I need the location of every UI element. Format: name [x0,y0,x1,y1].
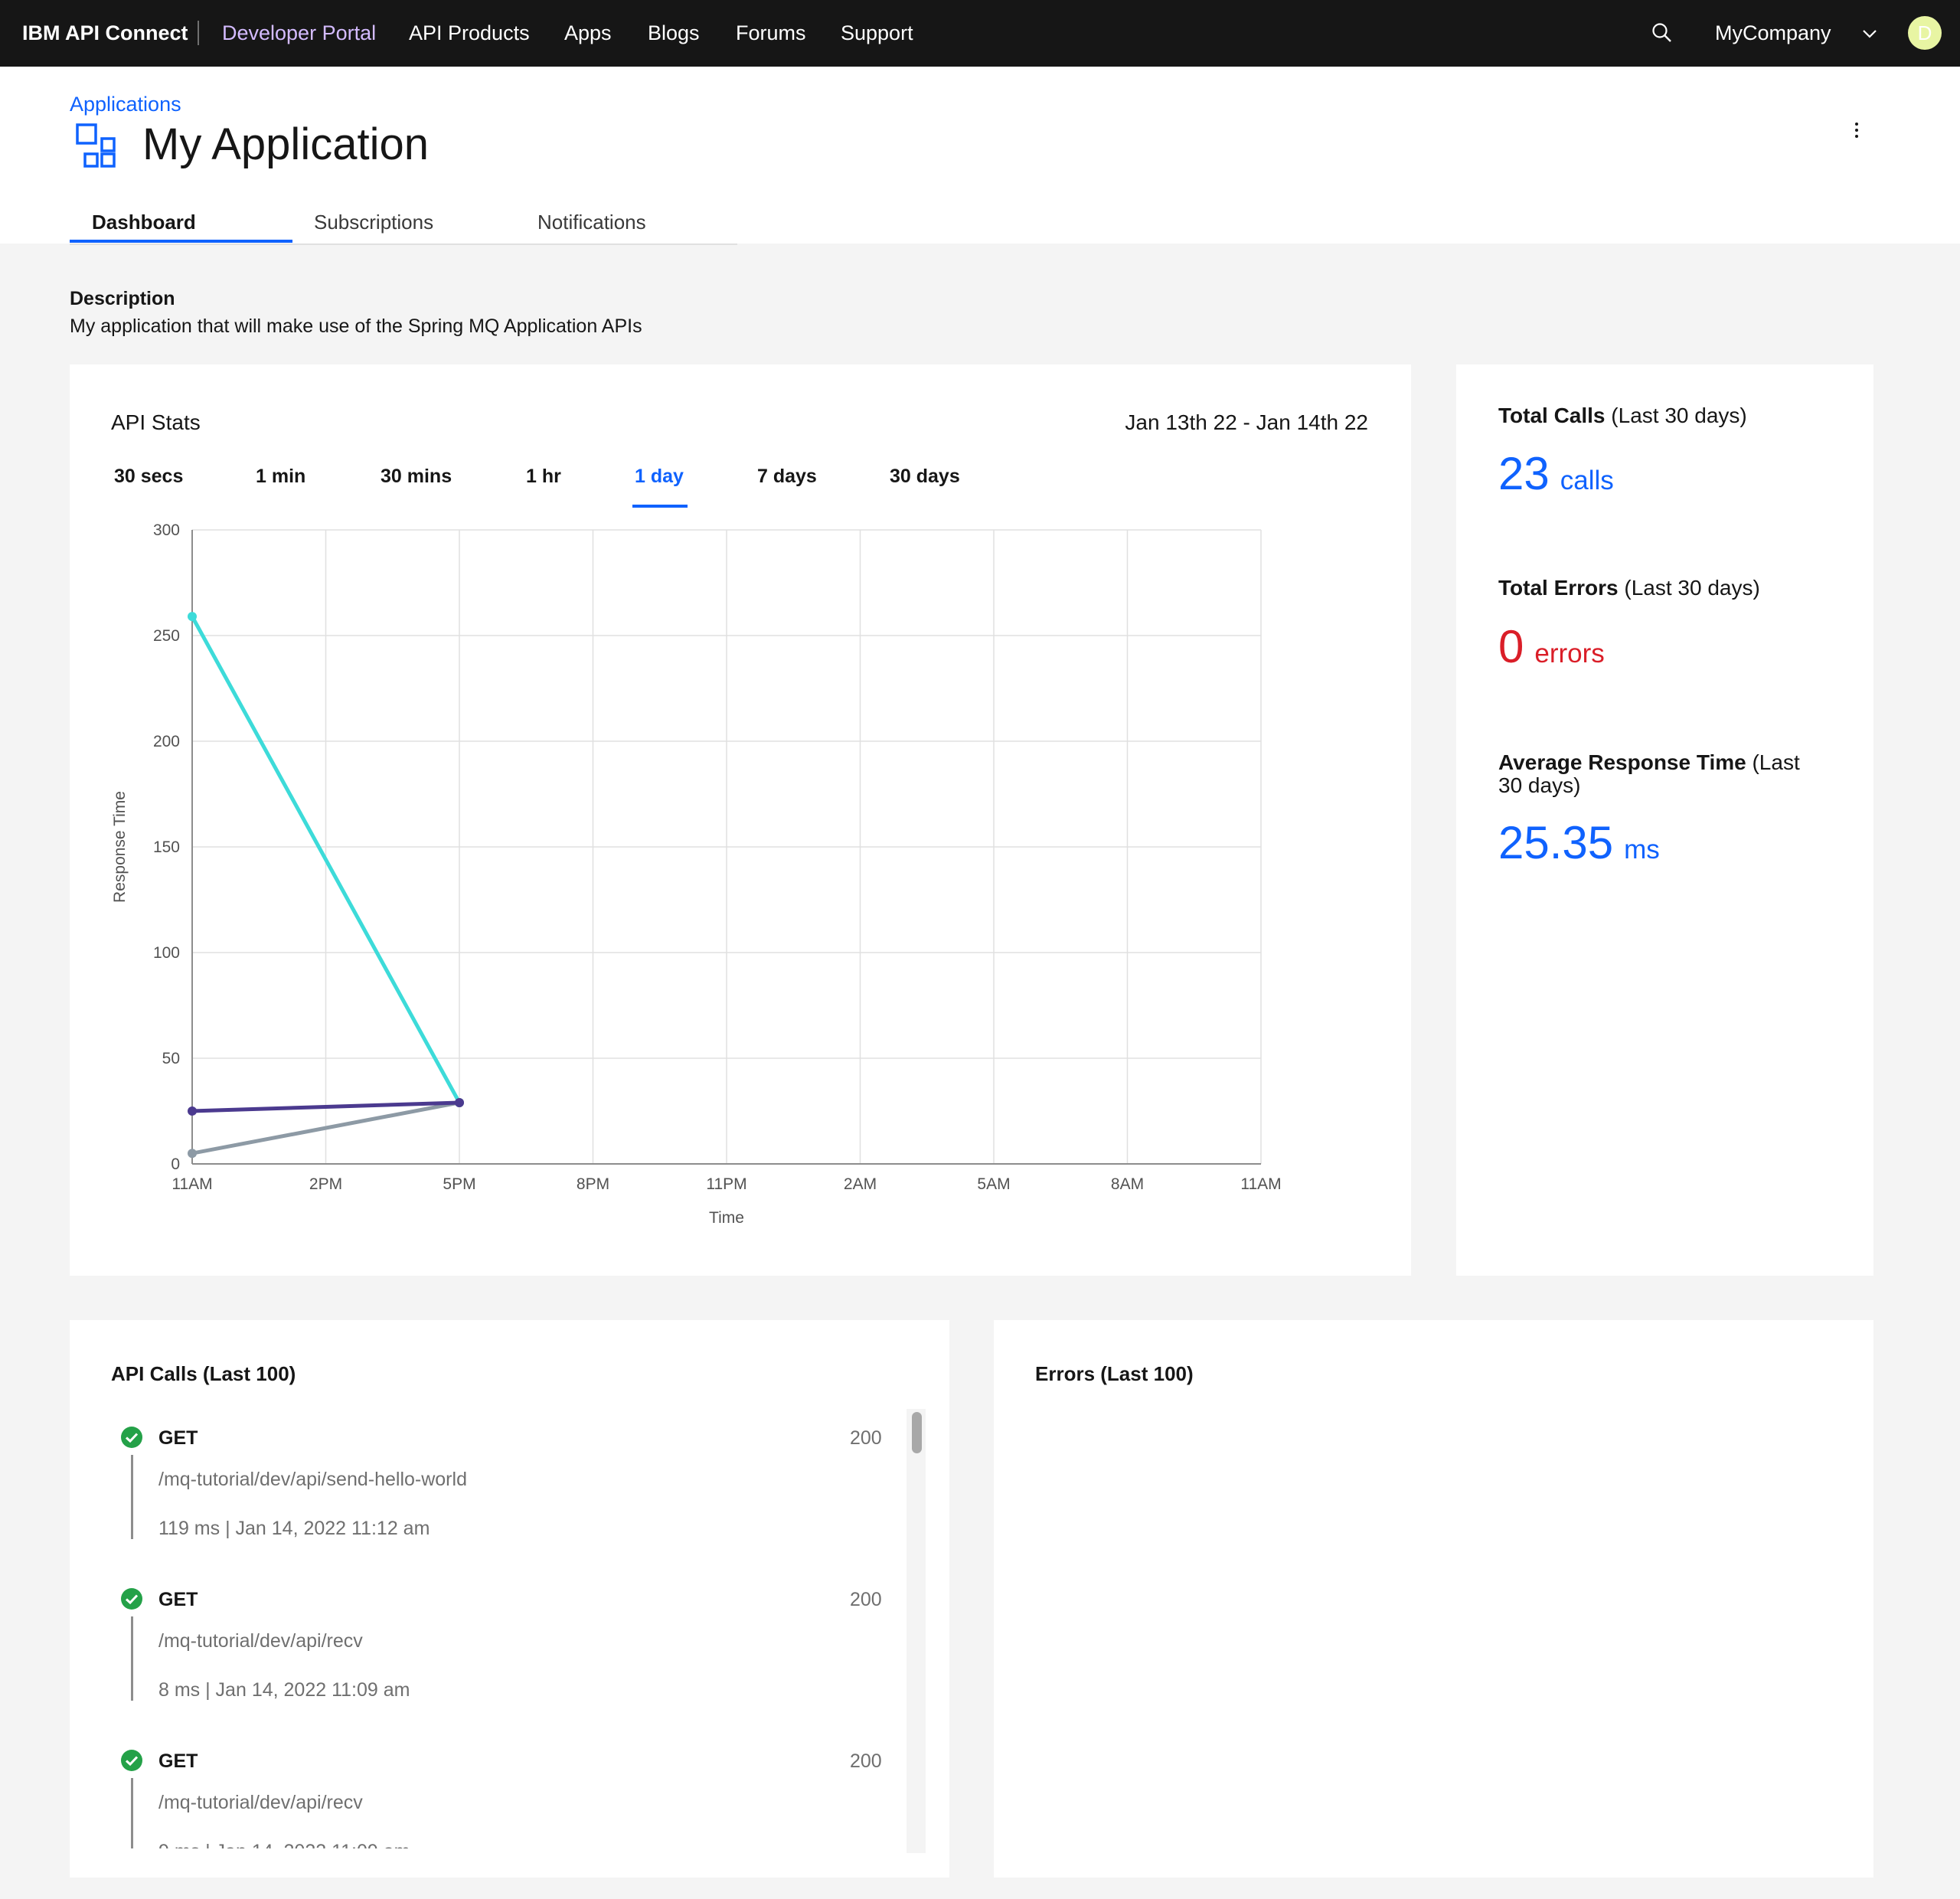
chevron-down-icon[interactable] [1859,23,1880,44]
x-tick-label: 11AM [1240,1175,1281,1193]
errors-card: Errors (Last 100) [994,1320,1873,1878]
total-errors-label: Total Errors (Last 30 days) [1498,577,1760,600]
description-text: My application that will make use of the… [70,315,642,337]
application-icon [76,123,116,168]
call-method: GET [158,1750,198,1772]
app-tabs: Dashboard Subscriptions Notifications [70,204,737,245]
user-avatar[interactable]: D [1908,16,1942,50]
call-path: /mq-tutorial/dev/api/recv [158,1792,363,1813]
company-selector[interactable]: MyCompany [1715,21,1831,45]
avg-response-unit: ms [1624,835,1660,865]
total-errors-title: Total Errors [1498,576,1619,600]
api-stats-card: API Stats Jan 13th 22 - Jan 14th 22 30 s… [70,364,1411,1276]
data-point [188,612,197,622]
total-errors-value: 0 errors [1498,620,1605,673]
y-axis-label: Response Time [111,791,129,903]
data-point [455,1097,464,1107]
call-status: 200 [850,1589,882,1610]
total-calls-label: Total Calls (Last 30 days) [1498,404,1747,427]
data-point [188,1149,197,1159]
tab-notifications[interactable]: Notifications [537,211,646,234]
chart-grid [191,529,1262,1165]
y-tick-label: 50 [162,1050,180,1067]
avg-response-label: Average Response Time (Last 30 days) [1498,751,1800,797]
x-tick-label: 8PM [577,1175,609,1193]
total-calls-number: 23 [1498,448,1550,499]
errors-heading: Errors (Last 100) [1035,1362,1194,1385]
success-check-icon [121,1750,142,1771]
x-tick-label: 2PM [309,1175,342,1193]
y-tick-label: 200 [153,733,180,750]
api-calls-heading: API Calls (Last 100) [111,1362,296,1385]
data-point [188,1106,197,1116]
avg-response-value: 25.35 ms [1498,816,1660,869]
call-path: /mq-tutorial/dev/api/send-hello-world [158,1469,467,1490]
call-path: /mq-tutorial/dev/api/recv [158,1630,363,1652]
avg-response-title: Average Response Time [1498,750,1746,774]
x-axis-label: Time [709,1209,744,1227]
y-tick-label: 250 [153,627,180,645]
api-call-item[interactable]: GET 200 /mq-tutorial/dev/api/recv 8 ms |… [70,1566,912,1727]
y-tick-label: 150 [153,838,180,856]
response-time-chart: 11AM 2PM 5PM 8PM 11PM 2AM 5AM 8AM 11AM 0 50 100 150 2… [111,521,1282,1227]
total-errors-unit: errors [1534,639,1605,668]
portal-name[interactable]: Developer Portal [222,21,376,45]
call-status: 200 [850,1750,882,1772]
x-tick-label: 11AM [172,1175,212,1193]
x-tick-label: 11PM [706,1175,746,1193]
scrollbar-thumb[interactable] [912,1412,922,1453]
call-meta: 119 ms | Jan 14, 2022 11:12 am [158,1518,430,1539]
call-method: GET [158,1427,198,1449]
tab-dashboard[interactable]: Dashboard [92,211,196,234]
api-calls-list[interactable]: GET 200 /mq-tutorial/dev/api/send-hello-… [70,1404,949,1848]
call-meta: 8 ms | Jan 14, 2022 11:09 am [158,1679,410,1701]
x-tick-label: 2AM [844,1175,877,1193]
description-heading: Description [70,288,175,309]
brand-name[interactable]: IBM API Connect [22,21,188,45]
call-meta: 9 ms | Jan 14, 2022 11:09 am [158,1841,410,1848]
total-calls-value: 23 calls [1498,447,1614,500]
brand-divider [198,21,199,45]
nav-api-products[interactable]: API Products [409,21,530,45]
total-calls-unit: calls [1560,466,1614,495]
call-method: GET [158,1589,198,1610]
active-tab-indicator [70,240,292,243]
api-call-item[interactable]: GET 200 /mq-tutorial/dev/api/recv 9 ms |… [70,1727,912,1848]
y-tick-label: 300 [153,521,180,539]
tab-subscriptions[interactable]: Subscriptions [314,211,433,234]
call-status: 200 [850,1427,882,1449]
api-calls-card: API Calls (Last 100) GET 200 /mq-tutoria… [70,1320,949,1878]
success-check-icon [121,1427,142,1448]
overflow-menu-icon[interactable] [1847,120,1867,140]
item-connector [131,1616,133,1701]
x-tick-label: 5PM [443,1175,475,1193]
page-header: Applications My Application Dashboard Su… [0,67,1960,245]
total-calls-title: Total Calls [1498,404,1606,427]
nav-apps[interactable]: Apps [564,21,612,45]
avg-response-number: 25.35 [1498,817,1614,868]
api-call-item[interactable]: GET 200 /mq-tutorial/dev/api/send-hello-… [70,1404,912,1566]
scrollbar-track[interactable] [906,1409,926,1853]
x-tick-label: 8AM [1111,1175,1144,1193]
total-calls-period: (Last 30 days) [1611,404,1747,427]
nav-blogs[interactable]: Blogs [648,21,700,45]
total-errors-period: (Last 30 days) [1624,576,1760,600]
top-nav-bar: IBM API Connect Developer Portal API Pro… [0,0,1960,67]
total-errors-number: 0 [1498,621,1524,672]
success-check-icon [121,1588,142,1610]
breadcrumb-applications[interactable]: Applications [70,93,181,116]
page-title: My Application [142,119,429,169]
avg-response-period-b: 30 days) [1498,773,1581,797]
y-tick-label: 0 [171,1155,180,1173]
nav-forums[interactable]: Forums [736,21,806,45]
totals-card: Total Calls (Last 30 days) 23 calls Total… [1456,364,1873,1276]
item-connector [131,1778,133,1848]
x-tick-label: 5AM [977,1175,1010,1193]
item-connector [131,1455,133,1539]
avg-response-period-a: (Last [1752,750,1800,774]
search-icon[interactable] [1650,21,1674,45]
y-tick-label: 100 [153,944,180,962]
nav-support[interactable]: Support [841,21,913,45]
